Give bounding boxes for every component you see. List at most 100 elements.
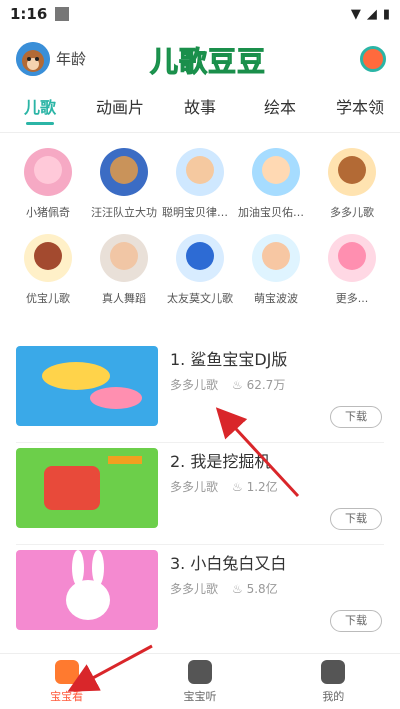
fire-icon: ♨ — [232, 480, 247, 494]
play-count-value: 5.8亿 — [246, 582, 278, 596]
play-count-value: 62.7万 — [246, 378, 286, 392]
app-header: 年龄 儿歌豆豆 — [0, 38, 400, 80]
age-selector[interactable]: 年龄 — [56, 48, 86, 69]
status-time: 1:16 — [10, 5, 48, 23]
download-button[interactable]: 下载 — [330, 610, 382, 632]
category-label: 更多... — [335, 292, 369, 305]
song-thumbnail[interactable] — [16, 448, 158, 528]
list-item[interactable]: 2. 我是挖掘机 多多儿歌 ♨ 1.2亿 下载 — [0, 448, 400, 548]
character-face — [338, 156, 366, 184]
status-icons: ▼ ◢ ▮ — [351, 7, 390, 22]
category-icon — [328, 148, 376, 196]
search-icon[interactable] — [360, 46, 386, 72]
profile-icon — [321, 660, 346, 684]
play-count-value: 1.2亿 — [246, 480, 278, 494]
category-label: 加油宝贝佑佑... — [238, 206, 314, 219]
character-face — [34, 156, 62, 184]
song-title[interactable]: 2. 我是挖掘机 — [170, 448, 270, 472]
category-icon — [24, 148, 72, 196]
song-thumbnail[interactable] — [16, 346, 158, 426]
category-item[interactable]: 加油宝贝佑佑... — [238, 148, 314, 220]
category-label: 优宝儿歌 — [26, 292, 70, 305]
download-button[interactable]: 下载 — [330, 508, 382, 530]
divider — [16, 544, 384, 545]
character-face — [186, 242, 214, 270]
tab-skills[interactable]: 学本领 — [320, 94, 400, 130]
play-count: ♨ 1.2亿 — [232, 480, 278, 494]
song-thumbnail[interactable] — [16, 550, 158, 630]
category-item[interactable]: 真人舞蹈 — [86, 234, 162, 306]
song-title[interactable]: 3. 小白兔白又白 — [170, 550, 286, 574]
category-tabs: 儿歌 动画片 故事 绘本 学本领 — [0, 94, 400, 130]
character-face — [262, 242, 290, 270]
tv-icon — [54, 660, 79, 684]
character-face — [186, 156, 214, 184]
divider — [16, 442, 384, 443]
category-icon — [176, 234, 224, 282]
nav-label: 宝宝看 — [50, 690, 84, 703]
nav-label: 宝宝听 — [183, 690, 217, 703]
excavator-thumbnail-image — [16, 448, 158, 528]
character-face — [338, 242, 366, 270]
category-item[interactable]: 小猪佩奇 — [10, 148, 86, 220]
category-label: 汪汪队立大功 — [91, 206, 157, 219]
song-title[interactable]: 1. 鲨鱼宝宝DJ版 — [170, 346, 287, 370]
song-source: 多多儿歌 — [170, 480, 219, 494]
category-label: 聪明宝贝律动... — [162, 206, 238, 219]
category-icon — [24, 234, 72, 282]
play-count: ♨ 62.7万 — [232, 378, 285, 392]
tab-divider — [0, 132, 400, 133]
category-icon — [100, 234, 148, 282]
signal-icon: ◢ — [366, 6, 377, 22]
list-item[interactable]: 1. 鲨鱼宝宝DJ版 多多儿歌 ♨ 62.7万 下载 — [0, 346, 400, 446]
category-icon — [252, 148, 300, 196]
fire-icon: ♨ — [232, 582, 247, 596]
category-item[interactable]: 汪汪队立大功 — [86, 148, 162, 220]
category-item[interactable]: 萌宝波波 — [238, 234, 314, 306]
notification-icon — [55, 7, 70, 21]
nav-baby-watch[interactable]: 宝宝看 — [0, 654, 133, 709]
category-item[interactable]: 聪明宝贝律动... — [162, 148, 238, 220]
play-count: ♨ 5.8亿 — [232, 582, 278, 596]
avatar[interactable] — [16, 42, 50, 76]
song-meta: 多多儿歌 ♨ 62.7万 — [170, 376, 285, 393]
category-label: 真人舞蹈 — [102, 292, 146, 305]
category-label: 多多儿歌 — [330, 206, 374, 219]
tab-stories[interactable]: 故事 — [160, 94, 240, 130]
song-meta: 多多儿歌 ♨ 5.8亿 — [170, 580, 278, 597]
tab-songs[interactable]: 儿歌 — [0, 94, 80, 130]
category-label: 小猪佩奇 — [26, 206, 70, 219]
tab-picture-books[interactable]: 绘本 — [240, 94, 320, 130]
shark-thumbnail-image — [16, 346, 158, 426]
category-icon — [252, 234, 300, 282]
category-item[interactable]: 多多儿歌 — [314, 148, 390, 220]
nav-baby-listen[interactable]: 宝宝听 — [133, 654, 266, 709]
category-item[interactable]: 更多... — [314, 234, 390, 306]
character-face — [110, 156, 138, 184]
battery-icon: ▮ — [382, 6, 390, 22]
song-source: 多多儿歌 — [170, 582, 219, 596]
nav-mine[interactable]: 我的 — [267, 654, 400, 709]
category-icon — [176, 148, 224, 196]
monkey-avatar-icon — [16, 42, 50, 76]
tab-cartoons[interactable]: 动画片 — [80, 94, 160, 130]
category-grid: 小猪佩奇 汪汪队立大功 聪明宝贝律动... 加油宝贝佑佑... 多多儿歌 优宝儿… — [10, 148, 390, 306]
status-bar: 1:16 ▼ ◢ ▮ — [0, 0, 400, 28]
category-item[interactable]: 太友莫文儿歌 — [162, 234, 238, 306]
character-face — [110, 242, 138, 270]
download-button[interactable]: 下载 — [330, 406, 382, 428]
category-item[interactable]: 优宝儿歌 — [10, 234, 86, 306]
song-list: 1. 鲨鱼宝宝DJ版 多多儿歌 ♨ 62.7万 下载 2. 我是挖掘机 多多儿歌 ♨… — [0, 346, 400, 652]
rabbit-thumbnail-image — [16, 550, 158, 630]
category-label: 太友莫文儿歌 — [167, 292, 233, 305]
category-label: 萌宝波波 — [254, 292, 298, 305]
list-item[interactable]: 3. 小白兔白又白 多多儿歌 ♨ 5.8亿 下载 — [0, 550, 400, 650]
song-meta: 多多儿歌 ♨ 1.2亿 — [170, 478, 278, 495]
app-logo: 儿歌豆豆 — [149, 45, 267, 79]
song-source: 多多儿歌 — [170, 378, 219, 392]
category-icon — [100, 148, 148, 196]
bottom-nav: 宝宝看 宝宝听 我的 — [0, 653, 400, 709]
fire-icon: ♨ — [232, 378, 247, 392]
wifi-icon: ▼ — [350, 6, 361, 22]
nav-label: 我的 — [322, 690, 345, 703]
